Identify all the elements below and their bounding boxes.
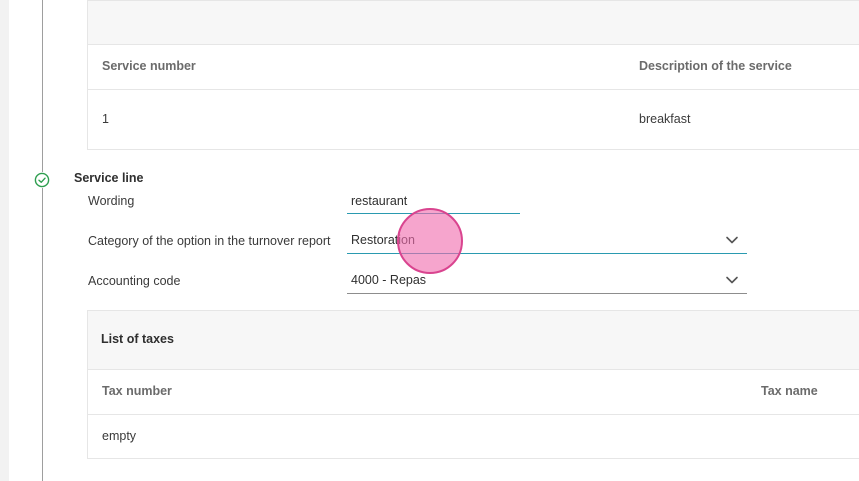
wording-value: restaurant: [351, 194, 408, 208]
chevron-down-icon: [726, 276, 738, 284]
taxes-title-band: List of taxes: [88, 311, 859, 370]
accounting-code-value: 4000 - Repas: [351, 273, 427, 287]
category-label: Category of the option in the turnover r…: [88, 234, 331, 248]
services-table: Service number Description of the servic…: [87, 0, 859, 150]
chevron-down-icon: [726, 236, 738, 244]
services-table-top-band: [88, 1, 859, 45]
service-number-cell: 1: [102, 112, 109, 126]
taxes-title: List of taxes: [101, 332, 174, 346]
empty-text: empty: [102, 429, 137, 443]
divider: [88, 414, 859, 415]
accounting-code-select[interactable]: 4000 - Repas: [347, 273, 747, 294]
service-line-title: Service line: [74, 171, 144, 185]
wording-label: Wording: [88, 194, 135, 208]
service-description-cell: breakfast: [639, 112, 691, 126]
col-tax-name: Tax name: [761, 384, 818, 398]
timeline-line: [42, 0, 43, 481]
accounting-code-label: Accounting code: [88, 274, 181, 288]
check-circle-icon: [34, 172, 50, 188]
taxes-table: List of taxes Tax number Tax name empty: [87, 310, 859, 459]
click-highlight: [397, 208, 463, 274]
col-tax-number: Tax number: [102, 384, 172, 398]
col-service-description: Description of the service: [639, 59, 792, 73]
divider: [88, 89, 859, 90]
col-service-number: Service number: [102, 59, 196, 73]
left-edge-strip: [0, 0, 9, 481]
